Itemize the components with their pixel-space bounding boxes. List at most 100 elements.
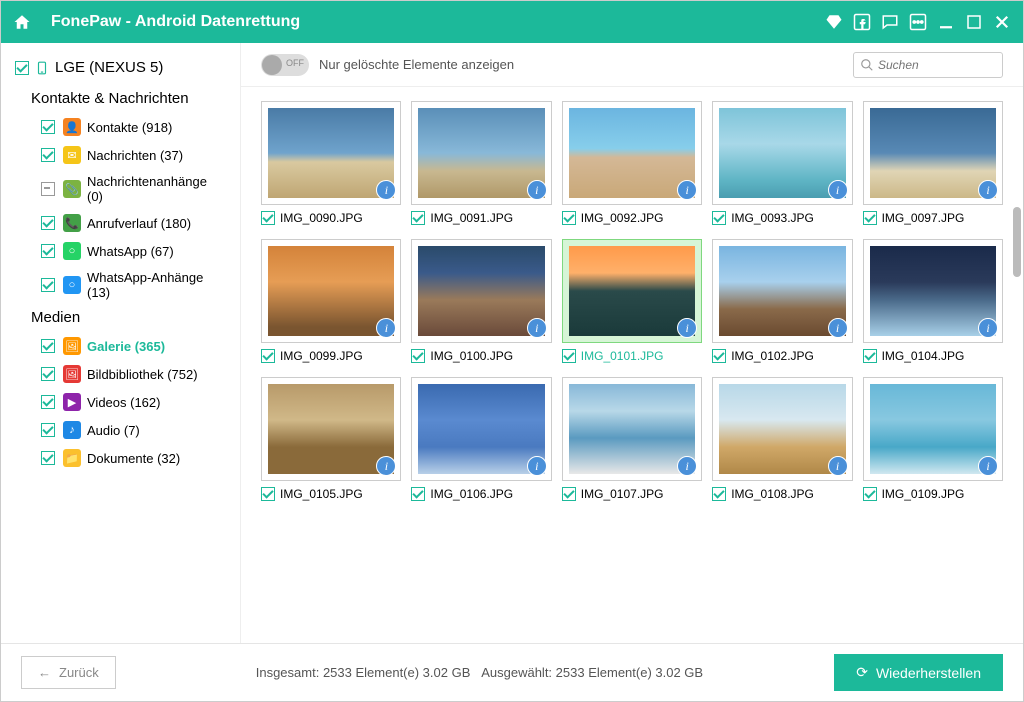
thumbnail-checkbox[interactable] <box>411 487 425 501</box>
thumbnail-checkbox[interactable] <box>712 211 726 225</box>
section-media: Medien <box>1 305 240 332</box>
thumbnail-checkbox[interactable] <box>712 349 726 363</box>
close-icon[interactable] <box>993 13 1011 31</box>
thumbnail-item[interactable]: iIMG_0091.JPG <box>411 101 551 225</box>
thumbnail-name: IMG_0092.JPG <box>581 211 664 225</box>
thumbnail-item[interactable]: iIMG_0090.JPG <box>261 101 401 225</box>
thumbnail-item[interactable]: iIMG_0097.JPG <box>863 101 1003 225</box>
category-item[interactable]: ✉Nachrichten (37) <box>1 141 240 169</box>
thumbnail-image <box>870 108 996 198</box>
maximize-icon[interactable] <box>965 13 983 31</box>
category-item[interactable]: 🖼Galerie (365) <box>1 332 240 360</box>
thumbnail-image <box>418 246 544 336</box>
home-icon[interactable] <box>13 13 31 31</box>
thumbnail-checkbox[interactable] <box>411 349 425 363</box>
info-icon[interactable]: i <box>527 318 547 338</box>
category-label: Anrufverlauf (180) <box>87 216 191 231</box>
category-item[interactable]: 📞Anrufverlauf (180) <box>1 209 240 237</box>
thumbnail-item[interactable]: iIMG_0092.JPG <box>562 101 702 225</box>
thumbnail-checkbox[interactable] <box>261 349 275 363</box>
thumbnail-item[interactable]: i IMG_0100.JPG <box>411 239 551 363</box>
thumbnail-item[interactable]: iIMG_0102.JPG <box>712 239 852 363</box>
scrollbar[interactable] <box>1013 207 1021 277</box>
info-icon[interactable]: i <box>828 180 848 200</box>
info-icon[interactable]: i <box>828 318 848 338</box>
info-icon[interactable]: i <box>978 318 998 338</box>
category-checkbox[interactable] <box>41 182 55 196</box>
category-checkbox[interactable] <box>41 339 55 353</box>
thumbnail-checkbox[interactable] <box>562 211 576 225</box>
info-icon[interactable]: i <box>978 456 998 476</box>
category-item[interactable]: 👤Kontakte (918) <box>1 113 240 141</box>
search-box[interactable] <box>853 52 1003 78</box>
thumbnail-checkbox[interactable] <box>261 211 275 225</box>
category-checkbox[interactable] <box>41 148 55 162</box>
category-checkbox[interactable] <box>41 216 55 230</box>
category-label: WhatsApp-Anhänge (13) <box>87 270 226 300</box>
recover-button[interactable]: ⟳ Wiederherstellen <box>834 654 1003 691</box>
thumbnail-image <box>418 384 544 474</box>
info-icon[interactable]: i <box>828 456 848 476</box>
thumbnail-image <box>268 246 394 336</box>
category-checkbox[interactable] <box>41 423 55 437</box>
thumbnail-checkbox[interactable] <box>863 211 877 225</box>
category-icon: 📎 <box>63 180 81 198</box>
more-icon[interactable] <box>909 13 927 31</box>
thumbnail-name: IMG_0093.JPG <box>731 211 814 225</box>
thumbnail-item[interactable]: iIMG_0101.JPG <box>562 239 702 363</box>
thumbnail-checkbox[interactable] <box>712 487 726 501</box>
diamond-icon[interactable] <box>825 13 843 31</box>
thumbnail-item[interactable]: i IMG_0104.JPG <box>863 239 1003 363</box>
thumbnail-checkbox[interactable] <box>411 211 425 225</box>
info-icon[interactable]: i <box>978 180 998 200</box>
category-label: Bildbibliothek (752) <box>87 367 198 382</box>
category-checkbox[interactable] <box>41 278 55 292</box>
facebook-icon[interactable] <box>853 13 871 31</box>
category-item[interactable]: ♪Audio (7) <box>1 416 240 444</box>
thumbnail-image <box>569 246 695 336</box>
thumbnail-item[interactable]: iIMG_0106.JPG <box>411 377 551 501</box>
back-button[interactable]: ← Zurück <box>21 656 116 689</box>
thumbnail-item[interactable]: i IMG_0093.JPG <box>712 101 852 225</box>
category-item[interactable]: ○WhatsApp (67) <box>1 237 240 265</box>
thumbnail-item[interactable]: iIMG_0108.JPG <box>712 377 852 501</box>
category-checkbox[interactable] <box>41 395 55 409</box>
category-icon: ✉ <box>63 146 81 164</box>
category-label: WhatsApp (67) <box>87 244 174 259</box>
minimize-icon[interactable] <box>937 13 955 31</box>
category-item[interactable]: 🖼Bildbibliothek (752) <box>1 360 240 388</box>
thumbnail-checkbox[interactable] <box>863 349 877 363</box>
thumbnail-name: IMG_0104.JPG <box>882 349 965 363</box>
thumbnail-checkbox[interactable] <box>863 487 877 501</box>
feedback-icon[interactable] <box>881 13 899 31</box>
thumbnail-image <box>719 246 845 336</box>
thumbnail-item[interactable]: iIMG_0109.JPG <box>863 377 1003 501</box>
thumbnail-image <box>719 108 845 198</box>
thumbnail-checkbox[interactable] <box>562 349 576 363</box>
category-checkbox[interactable] <box>41 244 55 258</box>
thumbnail-image <box>418 108 544 198</box>
thumbnail-image <box>719 384 845 474</box>
category-label: Audio (7) <box>87 423 140 438</box>
category-icon: ▶ <box>63 393 81 411</box>
category-checkbox[interactable] <box>41 120 55 134</box>
thumbnail-item[interactable]: iIMG_0099.JPG <box>261 239 401 363</box>
info-icon[interactable]: i <box>527 456 547 476</box>
thumbnail-item[interactable]: iIMG_0105.JPG <box>261 377 401 501</box>
thumbnail-name: IMG_0100.JPG <box>430 349 513 363</box>
device-row[interactable]: LGE (NEXUS 5) <box>1 55 240 86</box>
device-checkbox[interactable] <box>15 61 29 75</box>
category-checkbox[interactable] <box>41 451 55 465</box>
category-item[interactable]: 📎Nachrichtenanhänge (0) <box>1 169 240 209</box>
info-icon[interactable]: i <box>527 180 547 200</box>
category-label: Kontakte (918) <box>87 120 172 135</box>
category-item[interactable]: ▶Videos (162) <box>1 388 240 416</box>
category-item[interactable]: 📁Dokumente (32) <box>1 444 240 472</box>
deleted-only-toggle[interactable]: OFF <box>261 54 309 76</box>
thumbnail-item[interactable]: iIMG_0107.JPG <box>562 377 702 501</box>
thumbnail-checkbox[interactable] <box>562 487 576 501</box>
category-item[interactable]: ○WhatsApp-Anhänge (13) <box>1 265 240 305</box>
search-input[interactable] <box>878 58 996 72</box>
thumbnail-checkbox[interactable] <box>261 487 275 501</box>
category-checkbox[interactable] <box>41 367 55 381</box>
